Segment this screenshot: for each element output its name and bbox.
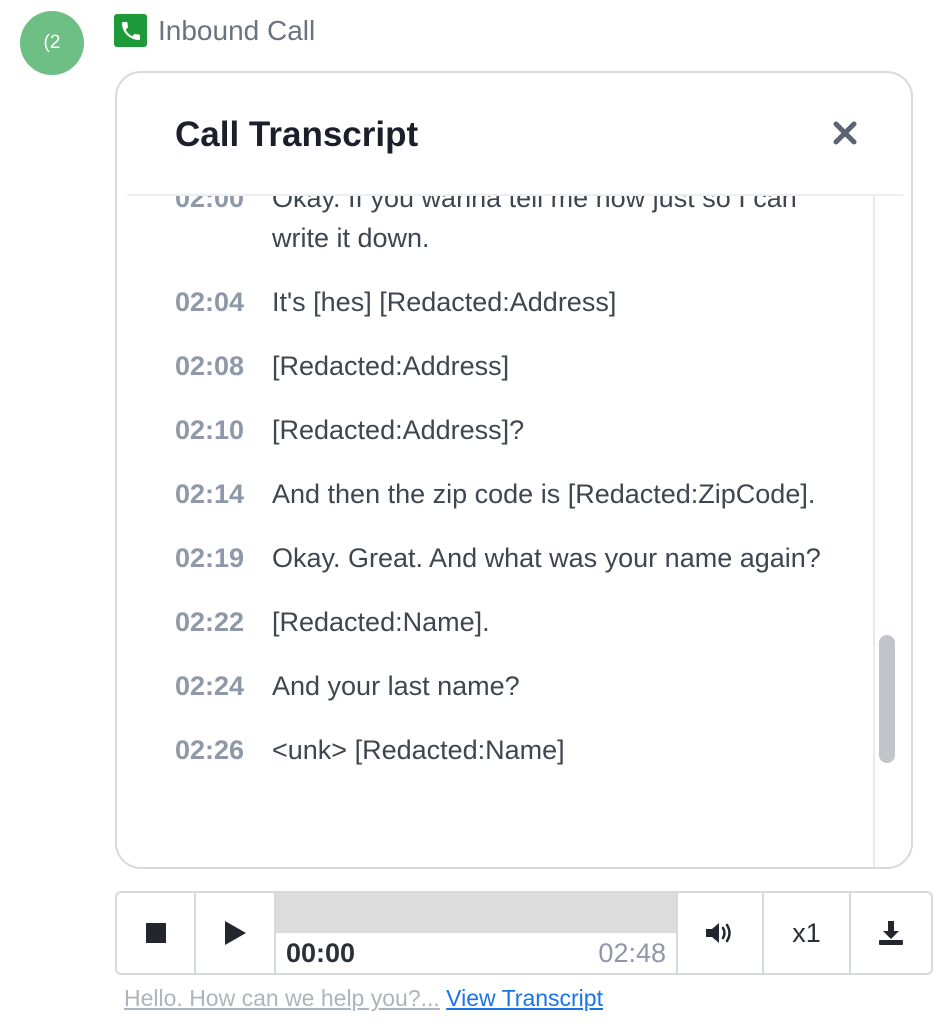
entry-text: [Redacted:Address] (272, 351, 510, 381)
speed-button[interactable]: x1 (764, 893, 851, 973)
transcript-list: 02:00 Okay. If you wanna tell me now just… (117, 196, 877, 794)
entry-timestamp[interactable]: 02:08 (175, 346, 265, 386)
transcript-entry: 02:04 It's [hes] [Redacted:Address] (117, 282, 877, 322)
entry-text: Okay. If you wanna tell me now just so I… (272, 196, 797, 253)
speed-label: x1 (792, 917, 821, 948)
stop-icon (145, 923, 166, 943)
transcript-entry: 02:19 Okay. Great. And what was your name… (117, 538, 877, 578)
progress-area: 00:00 02:48 (276, 893, 678, 973)
play-icon (225, 921, 246, 945)
stop-button[interactable] (117, 893, 196, 973)
entry-timestamp[interactable]: 02:19 (175, 538, 265, 578)
entry-timestamp[interactable]: 02:04 (175, 282, 265, 322)
call-header: Inbound Call (114, 14, 315, 47)
entry-timestamp[interactable]: 02:14 (175, 474, 265, 514)
volume-button[interactable] (678, 893, 764, 973)
call-title: Inbound Call (158, 14, 316, 46)
download-icon (879, 921, 903, 945)
entry-text: And then the zip code is [Redacted:ZipCo… (272, 479, 816, 509)
view-transcript-link[interactable]: View Transcript (446, 985, 603, 1011)
avatar: (2 (20, 11, 84, 75)
transcript-entry: 02:26 <unk> [Redacted:Name] (117, 730, 877, 770)
play-button[interactable] (196, 893, 276, 973)
entry-text: [Redacted:Name]. (272, 607, 490, 637)
entry-timestamp[interactable]: 02:26 (175, 730, 265, 770)
phone-icon (114, 14, 147, 47)
download-button[interactable] (851, 893, 931, 973)
footer: Hello. How can we help you?... View Tran… (124, 985, 603, 1012)
transcript-scroll-area[interactable]: 02:00 Okay. If you wanna tell me now just… (117, 196, 877, 867)
transcript-entry: 02:22 [Redacted:Name]. (117, 602, 877, 642)
entry-text: [Redacted:Address]? (272, 415, 525, 445)
scrollbar-track (873, 196, 875, 867)
close-button[interactable] (827, 115, 863, 151)
entry-text: <unk> [Redacted:Name] (272, 735, 565, 765)
entry-timestamp[interactable]: 02:24 (175, 666, 265, 706)
entry-timestamp[interactable]: 02:10 (175, 410, 265, 450)
transcript-entry: 02:24 And your last name? (117, 666, 877, 706)
entry-text: Okay. Great. And what was your name agai… (272, 543, 821, 573)
entry-text: And your last name? (272, 671, 520, 701)
close-icon (833, 121, 857, 145)
entry-text: It's [hes] [Redacted:Address] (272, 287, 617, 317)
transcript-entry: 02:08 [Redacted:Address] (117, 346, 877, 386)
transcript-entry: 02:10 [Redacted:Address]? (117, 410, 877, 450)
total-time: 02:48 (598, 938, 666, 968)
transcript-title: Call Transcript (175, 115, 419, 154)
progress-bar[interactable] (276, 893, 676, 933)
volume-icon (706, 923, 731, 943)
entry-timestamp[interactable]: 02:00 (175, 196, 265, 218)
audio-player: 00:00 02:48 x1 (115, 891, 933, 975)
transcript-preview: Hello. How can we help you?... (124, 985, 440, 1011)
transcript-entry: 02:14 And then the zip code is [Redacted:… (117, 474, 877, 514)
entry-timestamp[interactable]: 02:22 (175, 602, 265, 642)
transcript-entry: 02:00 Okay. If you wanna tell me now just… (117, 196, 877, 258)
transcript-card: Call Transcript 02:00 Okay. If you wanna … (115, 71, 913, 869)
scrollbar-thumb[interactable] (879, 635, 895, 763)
current-time: 00:00 (286, 938, 356, 968)
